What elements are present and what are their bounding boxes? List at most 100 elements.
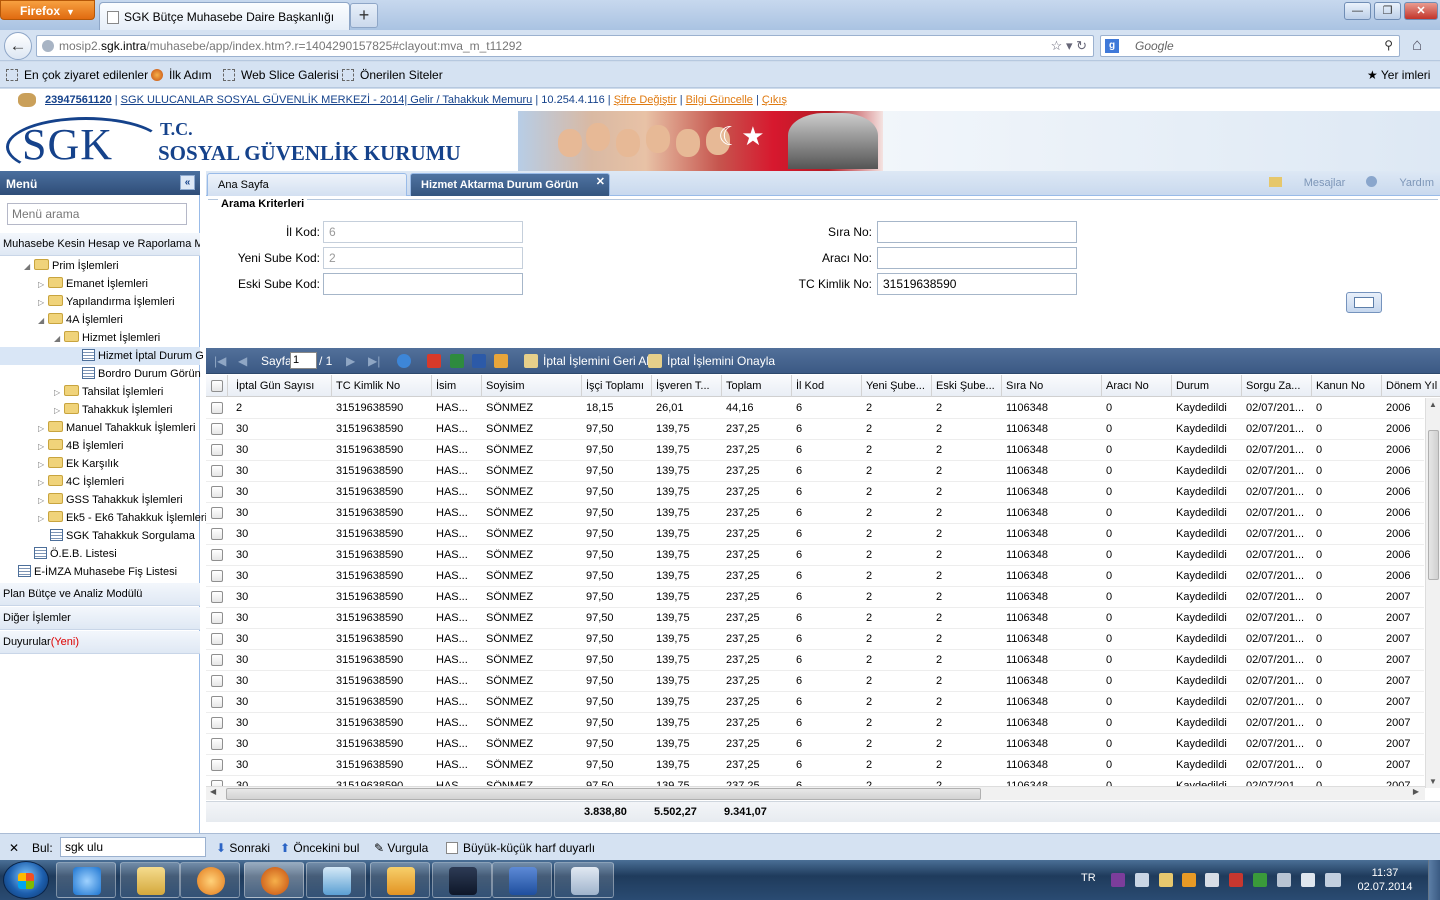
firefox-icon[interactable] — [244, 862, 304, 898]
find-prev-button[interactable]: ⬆ Öncekini bul — [280, 841, 359, 855]
column-header[interactable]: İşçi Toplamı — [582, 375, 652, 397]
bookmarks-menu[interactable]: ★ Yer imleri — [1367, 68, 1430, 82]
logout-link[interactable]: Çıkış — [762, 94, 787, 106]
tree-emanet[interactable]: ▷ Emanet İşlemleri — [38, 275, 148, 293]
highlight-button[interactable]: ✎ Vurgula — [374, 841, 428, 855]
google-icon[interactable]: g — [1105, 39, 1119, 53]
display-icon[interactable] — [1277, 873, 1291, 887]
yeni-sube-input[interactable]: 2 — [323, 247, 523, 269]
word-icon[interactable] — [492, 862, 552, 898]
table-row[interactable]: 30 31519638590 HAS... SÖNMEZ 97,50 139,75 237,… — [206, 503, 1424, 524]
antivirus-icon[interactable] — [1229, 873, 1243, 887]
dropdown-icon[interactable]: ▾ — [1066, 38, 1073, 53]
help-button[interactable]: Yardım — [1366, 176, 1434, 189]
network-icon[interactable] — [1135, 873, 1149, 887]
row-checkbox[interactable] — [211, 696, 223, 708]
column-header[interactable]: İsim — [432, 375, 482, 397]
column-header[interactable]: Durum — [1172, 375, 1242, 397]
clock[interactable]: 11:37 02.07.2014 — [1355, 866, 1415, 894]
magnifier-icon[interactable]: ⚲ — [1384, 38, 1393, 52]
outlook-icon[interactable] — [370, 862, 430, 898]
mail-icon[interactable] — [1159, 873, 1173, 887]
table-row[interactable]: 30 31519638590 HAS... SÖNMEZ 97,50 139,75 237,… — [206, 713, 1424, 734]
section-muhasebe[interactable]: Muhasebe Kesin Hesap ve Raporlama Mo — [0, 233, 200, 256]
home-icon[interactable]: ⌂ — [1412, 35, 1422, 55]
reload-icon[interactable]: ↻ — [1076, 38, 1087, 53]
table-row[interactable]: 2 31519638590 HAS... SÖNMEZ 18,15 26,01 44,16 6… — [206, 398, 1424, 419]
row-checkbox[interactable] — [211, 528, 223, 540]
calculator-icon[interactable] — [554, 862, 614, 898]
row-checkbox[interactable] — [211, 654, 223, 666]
outlook-tray-icon[interactable] — [1182, 873, 1196, 887]
tree-oeb[interactable]: Ö.E.B. Listesi — [34, 545, 117, 563]
table-row[interactable]: 30 31519638590 HAS... SÖNMEZ 97,50 139,75 237,… — [206, 587, 1424, 608]
row-checkbox[interactable] — [211, 486, 223, 498]
table-row[interactable]: 30 31519638590 HAS... SÖNMEZ 97,50 139,75 237,… — [206, 419, 1424, 440]
table-row[interactable]: 30 31519638590 HAS... SÖNMEZ 97,50 139,75 237,… — [206, 650, 1424, 671]
table-row[interactable]: 30 31519638590 HAS... SÖNMEZ 97,50 139,75 237,… — [206, 755, 1424, 776]
firefox-menu-button[interactable]: Firefox ▼ — [0, 0, 95, 20]
tree-4a[interactable]: ◢ 4A İşlemleri — [38, 311, 123, 329]
collapse-icon[interactable]: « — [180, 175, 195, 190]
row-checkbox[interactable] — [211, 444, 223, 456]
update-icon[interactable] — [1253, 873, 1267, 887]
tree-tahsilat[interactable]: ▷ Tahsilat İşlemleri — [54, 383, 163, 401]
column-header[interactable]: Kanun No — [1312, 375, 1382, 397]
start-button[interactable] — [3, 861, 49, 899]
vertical-scrollbar[interactable]: ▲ ▼ — [1425, 398, 1440, 788]
row-checkbox[interactable] — [211, 507, 223, 519]
row-checkbox[interactable] — [211, 591, 223, 603]
new-tab-button[interactable]: + — [350, 3, 378, 28]
prev-page-icon[interactable]: ◀ — [238, 354, 247, 368]
tree-ek5-ek6[interactable]: ▷ Ek5 - Ek6 Tahakkuk İşlemleri — [38, 509, 207, 527]
close-tab-icon[interactable]: ✕ — [596, 175, 605, 188]
print-icon[interactable] — [494, 354, 513, 368]
restore-button[interactable]: ❐ — [1374, 2, 1401, 20]
change-password-link[interactable]: Şifre Değiştir — [614, 94, 677, 106]
tc-kimlik-input[interactable]: 31519638590 — [877, 273, 1077, 295]
bookmark-suggested[interactable]: Önerilen Siteler — [342, 68, 443, 82]
messages-button[interactable]: Mesajlar — [1268, 177, 1345, 189]
search-input[interactable]: g Google ⚲ — [1100, 35, 1400, 57]
menu-search-input[interactable]: Menü arama — [7, 203, 187, 225]
onenote-icon[interactable] — [1111, 873, 1125, 887]
page-input[interactable]: 1 — [290, 352, 317, 369]
close-window-button[interactable]: ✕ — [1404, 2, 1438, 20]
row-checkbox[interactable] — [211, 759, 223, 771]
column-header[interactable]: Eski Şube... — [932, 375, 1002, 397]
table-row[interactable]: 30 31519638590 HAS... SÖNMEZ 97,50 139,75 237,… — [206, 524, 1424, 545]
url-bar[interactable]: mosip2.sgk.intra/muhasebe/app/index.htm?… — [36, 35, 1094, 57]
star-icon[interactable]: ☆ — [1051, 38, 1063, 53]
column-header[interactable]: TC Kimlik No — [332, 375, 432, 397]
section-plan-butce[interactable]: Plan Bütçe ve Analiz Modülü — [0, 583, 200, 606]
pdf-export-icon[interactable] — [427, 354, 446, 368]
row-checkbox[interactable] — [211, 465, 223, 477]
column-header[interactable]: İptal Gün Sayısı — [232, 375, 332, 397]
column-header[interactable]: Toplam — [722, 375, 792, 397]
match-case-checkbox[interactable]: Büyük-küçük harf duyarlı — [446, 841, 595, 855]
row-checkbox[interactable] — [211, 612, 223, 624]
column-header[interactable]: İl Kod — [792, 375, 862, 397]
section-diger[interactable]: Diğer İşlemler — [0, 607, 200, 630]
tree-4b[interactable]: ▷ 4B İşlemleri — [38, 437, 123, 455]
column-header[interactable]: Soyisim — [482, 375, 582, 397]
cancel-approve-button[interactable]: İptal İşlemini Onayla — [648, 354, 775, 368]
internet-explorer-icon[interactable] — [56, 862, 116, 898]
column-header[interactable]: Sıra No — [1002, 375, 1102, 397]
close-find-icon[interactable]: ✕ — [9, 841, 19, 855]
tree-hizmet-iptal[interactable]: Hizmet İptal Durum G — [0, 347, 204, 365]
tree-yapilandirma[interactable]: ▷ Yapılandırma İşlemleri — [38, 293, 175, 311]
table-row[interactable]: 30 31519638590 HAS... SÖNMEZ 97,50 139,75 237,… — [206, 734, 1424, 755]
row-checkbox[interactable] — [211, 738, 223, 750]
row-checkbox[interactable] — [211, 423, 223, 435]
cancel-revert-button[interactable]: İptal İşlemini Geri Al — [524, 354, 649, 368]
bookmark-most-visited[interactable]: En çok ziyaret edilenler — [6, 68, 148, 82]
media-player-icon[interactable] — [180, 862, 240, 898]
word-export-icon[interactable] — [472, 354, 491, 368]
search-button[interactable] — [1346, 292, 1382, 313]
excel-export-icon[interactable] — [450, 354, 469, 368]
user-id[interactable]: 23947561120 — [45, 94, 112, 106]
column-header[interactable]: Dönem Yıl — [1382, 375, 1440, 397]
tree-tahakkuk[interactable]: ▷ Tahakkuk İşlemleri — [54, 401, 172, 419]
file-explorer-icon[interactable] — [120, 862, 180, 898]
